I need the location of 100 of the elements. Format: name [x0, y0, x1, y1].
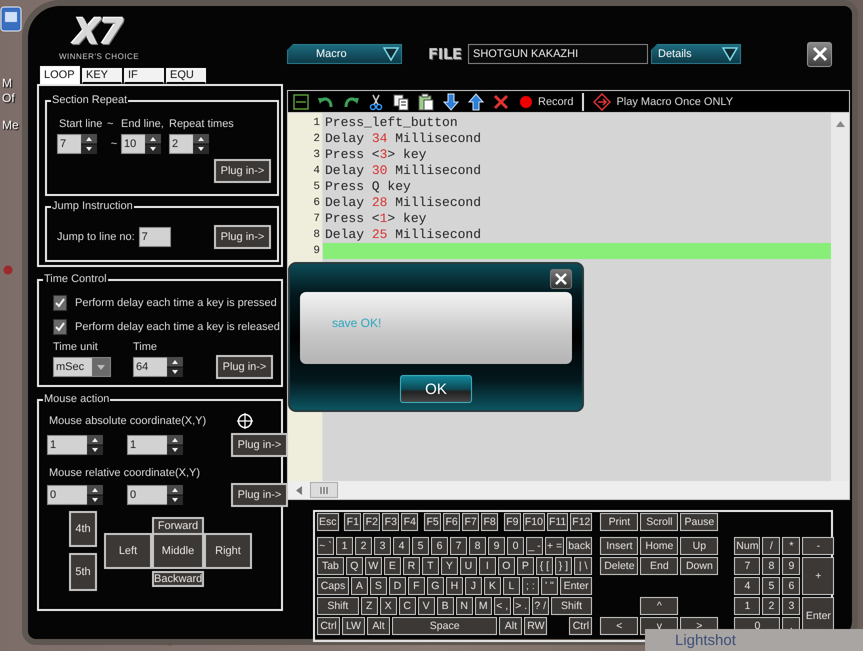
tab[interactable]: LOOP — [40, 66, 80, 84]
keyboard-key[interactable]: F8 — [481, 513, 498, 531]
plug-in-button[interactable]: Plug in-> — [214, 159, 271, 183]
line-number-field[interactable]: 7 — [138, 227, 171, 247]
keyboard-key[interactable]: 1 — [336, 537, 353, 555]
keyboard-key[interactable]: S — [370, 577, 387, 595]
keyboard-key[interactable]: D — [388, 577, 406, 595]
keyboard-key[interactable]: T — [422, 557, 439, 575]
keyboard-key[interactable]: Alt — [367, 617, 390, 635]
keyboard-key[interactable]: Delete — [600, 557, 638, 575]
spinner-arrows[interactable] — [167, 435, 183, 455]
keyboard-key[interactable]: 3 — [782, 597, 800, 615]
keyboard-key[interactable]: F5 — [424, 513, 442, 531]
tab[interactable]: IF — [124, 68, 164, 84]
keyboard-key[interactable]: 9 — [782, 557, 800, 575]
keyboard-key[interactable]: ; : — [522, 577, 539, 595]
keyboard-key[interactable]: 7 — [450, 537, 467, 555]
keyboard-key[interactable]: B — [436, 597, 454, 615]
keyboard-key[interactable]: F12 — [570, 513, 592, 531]
keyboard-key[interactable]: M — [474, 597, 492, 615]
vertical-scrollbar[interactable] — [831, 113, 849, 481]
keyboard-key[interactable]: F4 — [401, 513, 418, 531]
keyboard-key[interactable]: ? / — [532, 597, 549, 615]
keyboard-key[interactable]: ^ — [640, 597, 678, 615]
spinner-arrows[interactable] — [167, 485, 183, 505]
clipboard-icon[interactable] — [417, 92, 435, 110]
keyboard-key[interactable]: L — [502, 577, 520, 595]
keyboard-key[interactable]: Scroll — [640, 513, 678, 531]
keyboard-key[interactable]: Ctrl — [569, 617, 592, 635]
spinner-arrows[interactable] — [81, 134, 97, 154]
keyboard-key[interactable]: 6 — [431, 537, 448, 555]
keyboard-key[interactable]: 5 — [412, 537, 429, 555]
keyboard-key[interactable]: F10 — [522, 513, 545, 531]
number-field[interactable]: 0 — [127, 485, 167, 505]
keyboard-key[interactable]: | \ — [574, 557, 592, 575]
keyboard-key[interactable]: 1 — [734, 597, 760, 615]
keyboard-key[interactable]: 8 — [469, 537, 486, 555]
number-field[interactable]: 64 — [133, 357, 167, 377]
keyboard-key[interactable]: Home — [640, 537, 678, 555]
keyboard-key[interactable]: * — [782, 537, 800, 555]
number-field[interactable]: 7 — [57, 134, 81, 154]
keyboard-key[interactable]: + — [802, 557, 834, 595]
mouse-button[interactable]: Middle — [152, 533, 204, 569]
keyboard-key[interactable]: Shift — [550, 597, 592, 615]
spinner-arrows[interactable] — [87, 435, 103, 455]
close-button[interactable] — [550, 269, 572, 289]
keyboard-key[interactable]: } ] — [554, 557, 572, 575]
keyboard-key[interactable]: ~ ` — [317, 537, 334, 555]
keyboard-key[interactable]: K — [484, 577, 501, 595]
mouse-button[interactable]: 4th — [69, 511, 97, 547]
keyboard-key[interactable]: Space — [392, 617, 498, 635]
spinner-arrows[interactable] — [193, 134, 209, 154]
keyboard-key[interactable]: Y — [440, 557, 458, 575]
keyboard-key[interactable]: J — [464, 577, 482, 595]
keyboard-key[interactable]: Caps — [317, 577, 349, 595]
number-field[interactable]: 1 — [47, 435, 87, 455]
keyboard-key[interactable]: Esc — [317, 513, 339, 531]
plug-in-button[interactable]: Plug in-> — [216, 355, 273, 379]
keyboard-key[interactable]: _ - — [526, 537, 543, 555]
scissors-icon[interactable] — [367, 92, 385, 110]
mode-dropdown[interactable]: Macro — [287, 44, 402, 64]
keyboard-key[interactable]: Shift — [317, 597, 359, 615]
scrollbar-thumb[interactable] — [310, 482, 338, 498]
keyboard-key[interactable]: F11 — [546, 513, 568, 531]
keyboard-key[interactable]: 0 — [507, 537, 524, 555]
icon-label[interactable]: Of — [2, 91, 15, 105]
mouse-button[interactable]: Left — [104, 533, 152, 569]
keyboard-key[interactable]: Down — [680, 557, 718, 575]
keyboard-key[interactable]: P — [516, 557, 534, 575]
spinner-arrows[interactable] — [167, 357, 183, 377]
number-field[interactable]: 1 — [127, 435, 167, 455]
icon-label[interactable]: M — [2, 76, 12, 90]
keyboard-key[interactable]: 5 — [762, 577, 780, 595]
keyboard-key[interactable]: X — [380, 597, 397, 615]
keyboard-key[interactable]: End — [640, 557, 678, 575]
keyboard-key[interactable]: - — [802, 537, 834, 555]
keyboard-key[interactable]: W — [364, 557, 382, 575]
save-icon[interactable] — [292, 92, 310, 110]
keyboard-key[interactable]: V — [418, 597, 435, 615]
keyboard-key[interactable]: Num — [734, 537, 760, 555]
ok-button[interactable]: OK — [400, 375, 472, 403]
keyboard-key[interactable]: G — [426, 577, 444, 595]
spinner-arrows[interactable] — [145, 134, 161, 154]
keyboard-key[interactable]: N — [456, 597, 473, 615]
arrow-up-icon[interactable] — [467, 92, 485, 110]
copy-icon[interactable] — [392, 92, 410, 110]
unit-dropdown[interactable]: mSec — [53, 357, 111, 377]
number-field[interactable]: 0 — [47, 485, 87, 505]
keyboard-key[interactable]: 3 — [374, 537, 391, 555]
keyboard-key[interactable]: A — [350, 577, 368, 595]
keyboard-key[interactable]: Ctrl — [317, 617, 340, 635]
keyboard-key[interactable]: / — [762, 537, 780, 555]
checkbox[interactable] — [53, 295, 67, 311]
keyboard-key[interactable]: H — [446, 577, 463, 595]
arrow-down-icon[interactable] — [442, 92, 460, 110]
keyboard-key[interactable]: 4 — [393, 537, 410, 555]
keyboard-key[interactable]: + = — [545, 537, 564, 555]
tab[interactable]: KEY — [82, 68, 122, 84]
keyboard-key[interactable]: I — [478, 557, 496, 575]
file-name-field[interactable]: SHOTGUN KAKAZHI — [468, 44, 648, 64]
